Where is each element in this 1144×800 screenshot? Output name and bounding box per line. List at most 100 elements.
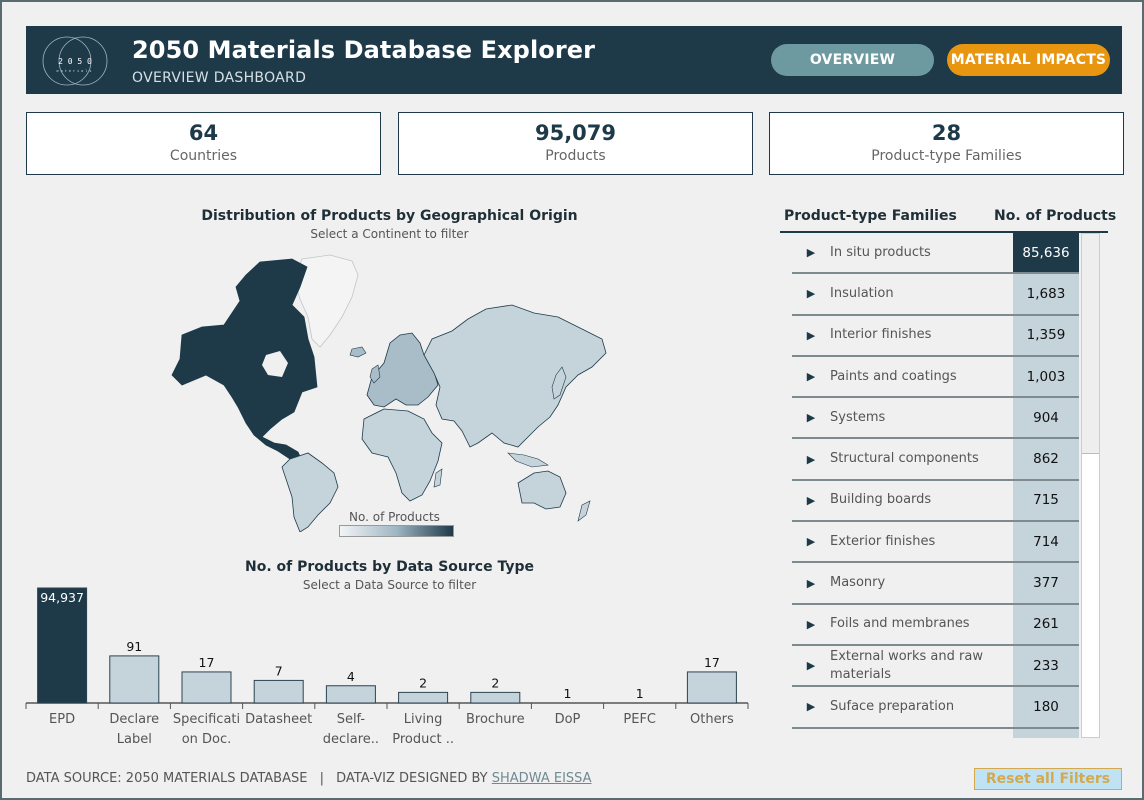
table-header-families: Product-type Families [784, 208, 957, 224]
x-tick-label: Label [117, 732, 152, 747]
family-count: 233 [1013, 645, 1079, 686]
expand-arrow-icon[interactable]: ▶ [792, 494, 830, 507]
table-row[interactable]: ▶ Structural components 862 [792, 439, 1079, 481]
family-name: External works and raw materials [830, 648, 983, 682]
bar-chart-title: No. of Products by Data Source Type [245, 559, 534, 575]
kpi-products: 95,079 Products [398, 112, 753, 175]
bar-value-label: 1 [636, 686, 644, 701]
family-count [1013, 728, 1079, 738]
table-row[interactable]: ▶ External works and raw materials 233 [792, 645, 1079, 688]
expand-arrow-icon[interactable]: ▶ [792, 659, 830, 672]
expand-arrow-icon[interactable]: ▶ [792, 370, 830, 383]
bar-group[interactable]: 1 DoP [555, 686, 581, 727]
x-tick-label: Datasheet [245, 712, 312, 727]
table-row[interactable]: ▶ Suface preparation 180 [792, 687, 1079, 729]
bar-value-label: 2 [491, 675, 499, 690]
dashboard-frame: 2 0 5 0 materials 2050 Materials Databas… [0, 0, 1144, 800]
bar[interactable] [37, 587, 88, 704]
expand-arrow-icon[interactable]: ▶ [792, 618, 830, 631]
family-name: Foils and membranes [830, 616, 970, 632]
bar[interactable] [325, 685, 376, 704]
bar-group[interactable]: 91 Declare Label [109, 639, 160, 747]
family-name: Paints and coatings [830, 368, 957, 384]
family-name: Insulation [830, 285, 894, 301]
table-row[interactable]: ▶ Masonry 377 [792, 563, 1079, 605]
table-row[interactable]: ▶ Insulation 1,683 [792, 274, 1079, 316]
world-map[interactable] [162, 247, 622, 532]
bar-group[interactable]: 2 Brochure [466, 675, 525, 727]
expand-arrow-icon[interactable]: ▶ [792, 577, 830, 590]
table-row[interactable]: ▶ Interior finishes 1,359 [792, 315, 1079, 357]
bar[interactable] [398, 691, 449, 704]
bar[interactable] [253, 679, 304, 704]
logo-word: materials [57, 69, 94, 73]
expand-arrow-icon[interactable]: ▶ [792, 329, 830, 342]
table-row[interactable]: ▶Loose-fill & ... [792, 728, 1079, 738]
table-row[interactable]: ▶ Paints and coatings 1,003 [792, 356, 1079, 399]
author-link[interactable]: SHADWA EISSA [492, 771, 592, 786]
bar-value-label: 2 [419, 675, 427, 690]
family-count: 1,683 [1013, 274, 1079, 314]
family-name: Building boards [830, 492, 932, 508]
kpi-families-label: Product-type Families [871, 148, 1022, 164]
expand-arrow-icon[interactable]: ▶ [792, 535, 830, 548]
table-row[interactable]: ▶ Building boards 715 [792, 480, 1079, 523]
x-tick-label: Declare [109, 712, 159, 727]
dashboard-subtitle: OVERVIEW DASHBOARD [132, 70, 307, 86]
table-scrollbar[interactable] [1081, 233, 1100, 738]
app-title: 2050 Materials Database Explorer [132, 36, 596, 64]
kpi-families-value: 28 [931, 121, 962, 145]
family-count: 377 [1013, 563, 1079, 603]
family-count: 715 [1013, 480, 1079, 521]
x-tick-label: on Doc. [182, 732, 232, 747]
expand-arrow-icon[interactable]: ▶ [792, 287, 830, 300]
expand-arrow-icon[interactable]: ▶ [792, 246, 830, 259]
kpi-countries-value: 64 [188, 121, 219, 145]
bar-group[interactable]: 17 Specificati on Doc. [173, 655, 240, 747]
footer-separator: | [319, 771, 324, 786]
x-tick-label: Product .. [392, 732, 454, 747]
bar-value-label: 4 [347, 669, 355, 684]
family-count: 862 [1013, 439, 1079, 479]
map-region-asia[interactable] [423, 304, 607, 448]
kpi-countries-label: Countries [169, 148, 238, 164]
bar-group[interactable]: 4 Self-declare.. [323, 669, 379, 747]
family-count: 904 [1013, 398, 1079, 438]
family-count: 1,003 [1013, 356, 1079, 397]
map-title: Distribution of Products by Geographical… [201, 208, 578, 224]
bar-group[interactable]: 2 Living Product .. [392, 675, 454, 747]
map-legend-gradient [339, 525, 454, 537]
expand-arrow-icon[interactable]: ▶ [792, 453, 830, 466]
table-scrollbar-thumb[interactable] [1082, 234, 1099, 454]
bar[interactable] [686, 671, 737, 704]
table-row[interactable]: ▶ Foils and membranes 261 [792, 604, 1079, 646]
overview-tab-button[interactable]: OVERVIEW [771, 44, 934, 76]
family-count: 261 [1013, 604, 1079, 644]
bar-group[interactable]: 94,937 EPD [37, 587, 88, 727]
kpi-products-value: 95,079 [534, 121, 617, 145]
bar-value-label: 7 [275, 663, 283, 678]
family-name: Interior finishes [830, 327, 932, 343]
bar-group[interactable]: 7 Datasheet [245, 663, 312, 727]
map-region-africa[interactable] [361, 408, 443, 502]
map-region-oceania[interactable] [517, 470, 567, 510]
map-region-north-america[interactable] [171, 258, 318, 462]
bar[interactable] [181, 671, 232, 704]
bar[interactable] [470, 691, 521, 704]
bar-value-label: 91 [126, 639, 142, 654]
kpi-countries: 64 Countries [26, 112, 381, 175]
bar[interactable] [109, 655, 160, 704]
table-header-count[interactable]: No. of Products [994, 208, 1116, 224]
table-row[interactable]: ▶ In situ products 85,636 [792, 233, 1079, 275]
expand-arrow-icon[interactable]: ▶ [792, 411, 830, 424]
family-name: In situ products [830, 244, 931, 260]
material-impacts-tab-button[interactable]: MATERIAL IMPACTS [947, 44, 1110, 76]
table-row[interactable]: ▶ Exterior finishes 714 [792, 522, 1079, 564]
bar-group[interactable]: 17 Others [686, 655, 737, 727]
reset-filters-button[interactable]: Reset all Filters [974, 768, 1122, 790]
bar-group[interactable]: 1 PEFC [623, 686, 656, 727]
expand-arrow-icon[interactable]: ▶ [792, 700, 830, 713]
map-region-south-america[interactable] [281, 452, 339, 532]
table-row[interactable]: ▶ Systems 904 [792, 398, 1079, 440]
bar-value-label: 17 [199, 655, 215, 670]
